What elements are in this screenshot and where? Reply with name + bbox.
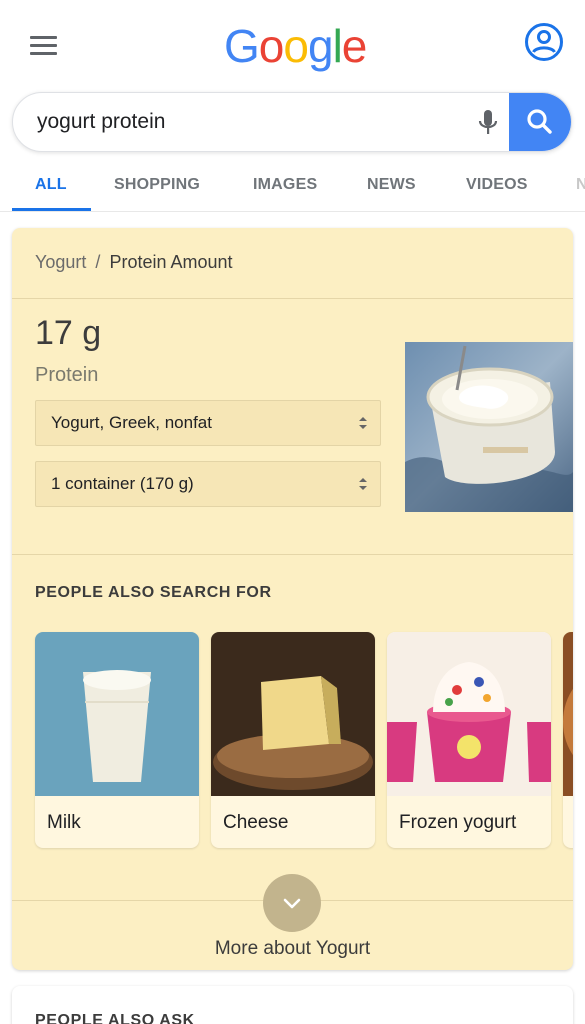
search-input[interactable] — [37, 93, 457, 151]
nutrient-label: Protein — [35, 364, 99, 386]
frozen-yogurt-image — [387, 632, 551, 796]
google-logo[interactable]: Google — [224, 18, 368, 74]
header: Google — [0, 0, 585, 90]
magnifier-icon — [527, 109, 552, 134]
search-bar — [12, 92, 572, 152]
related-item-label: Frozen yogurt — [399, 812, 517, 833]
breadcrumb-separator: / — [95, 252, 101, 272]
people-also-search-title: PEOPLE ALSO SEARCH FOR — [35, 584, 272, 601]
tab-all[interactable]: ALL — [35, 176, 67, 194]
related-item-cheese[interactable]: Cheese — [211, 632, 375, 848]
chevron-down-icon — [283, 898, 301, 909]
tab-news[interactable]: NEWS — [367, 176, 416, 194]
breadcrumb-current: Protein Amount — [109, 252, 233, 272]
protein-card: Yogurt / Protein Amount 17 g Protein Yog… — [12, 228, 573, 970]
related-item-label: Milk — [47, 812, 81, 833]
related-item-image — [563, 632, 573, 796]
search-tabs: ALL SHOPPING IMAGES NEWS VIDEOS N — [0, 160, 585, 212]
more-about-link[interactable]: More about Yogurt — [12, 938, 573, 960]
tab-more[interactable]: N — [576, 176, 585, 194]
related-item-label: Cheese — [223, 812, 289, 833]
breadcrumb-parent[interactable]: Yogurt — [35, 252, 86, 272]
related-item-milk[interactable]: Milk — [35, 632, 199, 848]
microphone-icon[interactable] — [473, 107, 503, 139]
divider — [12, 298, 573, 299]
expand-more-button[interactable] — [263, 874, 321, 932]
cheese-image — [211, 632, 375, 796]
logo-letter: G — [224, 20, 260, 72]
search-button[interactable] — [509, 93, 571, 151]
related-item-frozen-yogurt[interactable]: Frozen yogurt — [387, 632, 551, 848]
logo-letter: e — [341, 20, 368, 72]
active-tab-indicator — [12, 208, 91, 211]
milk-image — [35, 632, 199, 796]
yogurt-photo[interactable] — [405, 342, 573, 512]
select-arrows-icon — [359, 417, 367, 429]
food-select-value: Yogurt, Greek, nonfat — [51, 413, 212, 432]
food-select[interactable]: Yogurt, Greek, nonfat — [35, 400, 381, 446]
logo-letter: g — [307, 20, 334, 72]
divider — [12, 554, 573, 555]
serving-select-value: 1 container (170 g) — [51, 474, 194, 493]
select-arrows-icon — [359, 478, 367, 490]
tab-videos[interactable]: VIDEOS — [466, 176, 528, 194]
protein-amount: 17 g — [35, 314, 102, 352]
logo-letter: o — [258, 20, 285, 72]
hamburger-menu-icon[interactable] — [30, 36, 57, 56]
tab-shopping[interactable]: SHOPPING — [114, 176, 200, 194]
serving-select[interactable]: 1 container (170 g) — [35, 461, 381, 507]
people-also-ask-card: PEOPLE ALSO ASK — [12, 986, 573, 1024]
logo-letter: o — [283, 20, 309, 72]
related-item-partial[interactable]: K — [563, 632, 573, 848]
people-also-ask-title: PEOPLE ALSO ASK — [35, 1012, 195, 1024]
logo-letter: l — [332, 20, 343, 72]
breadcrumb: Yogurt / Protein Amount — [35, 252, 233, 273]
tab-images[interactable]: IMAGES — [253, 176, 317, 194]
account-circle-icon[interactable] — [524, 22, 564, 62]
